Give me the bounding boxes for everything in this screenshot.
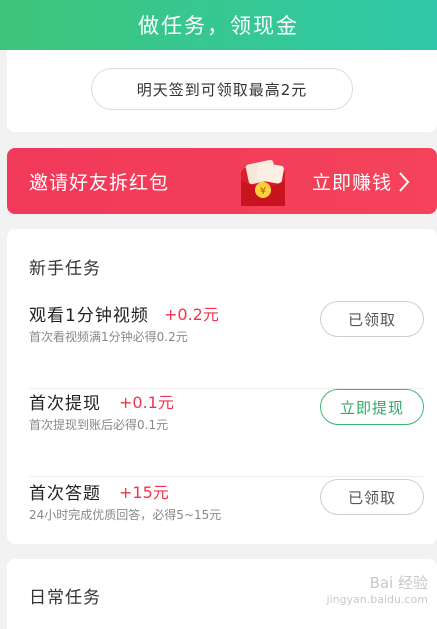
invite-friends-banner[interactable]: 邀请好友拆红包 ¥ 立即赚钱 bbox=[7, 148, 437, 214]
task-name: 首次提现 bbox=[29, 394, 101, 414]
task-name: 观看1分钟视频 bbox=[29, 306, 149, 326]
newbie-tasks-card: 新手任务 观看1分钟视频 +0.2元 首次看视频满1分钟必得0.2元 已领取 首… bbox=[7, 229, 437, 544]
earn-now-button[interactable]: 立即赚钱 bbox=[312, 168, 410, 195]
daily-section-title: 日常任务 bbox=[29, 588, 101, 608]
page-header: 做任务，领现金 bbox=[0, 0, 437, 50]
task-row: 首次答题 +15元 24小时完成优质回答，必得5~15元 已领取 bbox=[29, 479, 424, 567]
red-packet-icon: ¥ bbox=[241, 160, 285, 206]
watermark-url: jingyan.baidu.com bbox=[326, 593, 428, 606]
signin-card: 明天签到可领取最高2元 bbox=[7, 50, 437, 132]
signin-reminder-text: 明天签到可领取最高2元 bbox=[136, 80, 308, 99]
withdraw-now-button[interactable]: 立即提现 bbox=[320, 389, 424, 425]
task-description: 24小时完成优质回答，必得5~15元 bbox=[29, 508, 222, 522]
task-reward: +0.2元 bbox=[164, 305, 219, 324]
task-row: 观看1分钟视频 +0.2元 首次看视频满1分钟必得0.2元 已领取 bbox=[29, 301, 424, 389]
task-description: 首次提现到账后必得0.1元 bbox=[29, 418, 169, 432]
chevron-right-icon bbox=[399, 171, 410, 192]
claimed-button[interactable]: 已领取 bbox=[320, 479, 424, 515]
page-title: 做任务，领现金 bbox=[138, 14, 299, 38]
red-packet-symbol: ¥ bbox=[260, 186, 266, 197]
watermark-brand: Bai 经验 bbox=[369, 574, 428, 592]
newbie-section-title: 新手任务 bbox=[29, 259, 101, 279]
signin-reminder-button[interactable]: 明天签到可领取最高2元 bbox=[91, 68, 353, 110]
task-reward: +0.1元 bbox=[119, 393, 174, 412]
task-name: 首次答题 bbox=[29, 484, 101, 504]
task-reward: +15元 bbox=[119, 483, 169, 502]
invite-title: 邀请好友拆红包 bbox=[29, 172, 170, 194]
task-description: 首次看视频满1分钟必得0.2元 bbox=[29, 330, 188, 344]
earn-now-label: 立即赚钱 bbox=[312, 172, 393, 194]
watermark: Bai 经验 jingyan.baidu.com bbox=[318, 572, 428, 622]
claimed-button[interactable]: 已领取 bbox=[320, 301, 424, 337]
task-row: 首次提现 +0.1元 首次提现到账后必得0.1元 立即提现 bbox=[29, 389, 424, 477]
